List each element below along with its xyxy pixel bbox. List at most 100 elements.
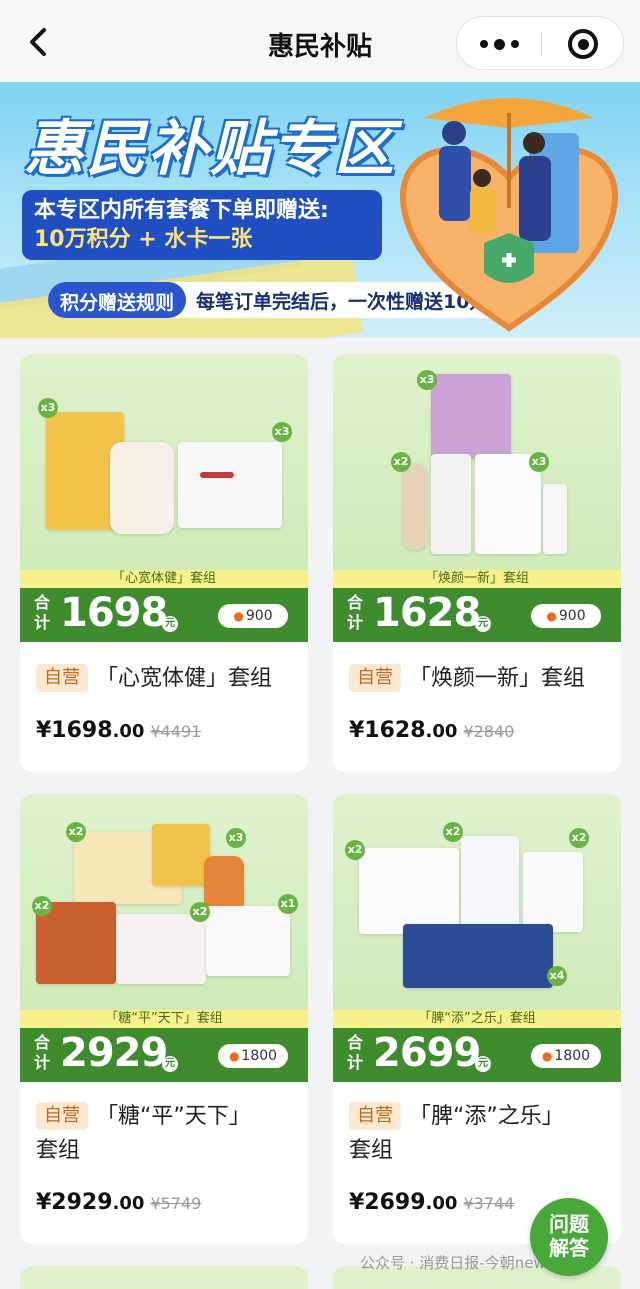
product-card[interactable]: x3 x2 x3 「焕颜一新」套组 合计 1628 元 ● 900 自营 「焕颜一新… bbox=[333, 354, 621, 772]
family-umbrella-illustration bbox=[400, 98, 618, 332]
product-card[interactable]: x3 x3 「心宽体健」套组 合计 1698 元 ● 900 自营 「心宽体健」套组… bbox=[20, 354, 308, 772]
price-decimal: .00 bbox=[425, 721, 458, 742]
product-name-line2: 套组 bbox=[36, 1138, 81, 1163]
price-decimal: .00 bbox=[112, 721, 145, 742]
product-card-peek[interactable] bbox=[20, 1266, 308, 1289]
self-operated-badge: 自营 bbox=[349, 1102, 401, 1130]
faq-help-button[interactable]: 问题 解答 bbox=[530, 1198, 608, 1276]
total-price: 2929 bbox=[60, 1030, 168, 1076]
yuan-unit: 元 bbox=[162, 616, 178, 632]
total-price: 2699 bbox=[373, 1030, 481, 1076]
promo-banner[interactable]: 惠民补贴专区 本专区内所有套餐下单即赠送: 10万积分 + 水卡一张 积分赠送规… bbox=[0, 82, 640, 338]
original-price: ¥5749 bbox=[150, 1194, 202, 1213]
product-name: 自营 「焕颜一新」套组 bbox=[349, 662, 585, 696]
quantity-badge: x2 bbox=[190, 902, 210, 922]
set-name-strip: 「焕颜一新」套组 bbox=[333, 570, 621, 588]
original-price: ¥2840 bbox=[463, 722, 515, 741]
quantity-badge: x2 bbox=[66, 822, 86, 842]
product-price: ¥2699.00 ¥3744 bbox=[349, 1190, 514, 1215]
product-image: x2 x2 x2 x4 bbox=[333, 794, 621, 1026]
total-label: 合计 bbox=[34, 593, 51, 632]
faq-help-line2: 解答 bbox=[549, 1236, 589, 1260]
total-label: 合计 bbox=[347, 593, 364, 632]
set-name-strip: 「脾“添”之乐」套组 bbox=[333, 1010, 621, 1028]
original-price: ¥3744 bbox=[463, 1194, 515, 1213]
price-integer: ¥1628 bbox=[349, 718, 426, 743]
total-price-bar: 合计 1698 元 ● 900 bbox=[20, 588, 308, 642]
quantity-badge: x2 bbox=[443, 822, 463, 842]
product-name: 自营 「糖“平”天下」 套组 bbox=[36, 1100, 251, 1168]
flame-icon: ● bbox=[228, 1049, 240, 1063]
points-badge: ● 900 bbox=[531, 604, 601, 628]
product-price: ¥1698.00 ¥4491 bbox=[36, 718, 201, 743]
total-price-bar: 合计 2699 元 ● 1800 bbox=[333, 1028, 621, 1082]
product-name-line1: 「脾“添”之乐」 bbox=[409, 1104, 564, 1129]
points-value: 1800 bbox=[241, 1048, 278, 1064]
self-operated-badge: 自营 bbox=[36, 664, 88, 692]
product-name: 自营 「心宽体健」套组 bbox=[36, 662, 272, 696]
points-rule-tag: 积分赠送规则 bbox=[48, 282, 187, 318]
product-image: x3 x2 x3 bbox=[333, 354, 621, 586]
quantity-badge: x3 bbox=[226, 828, 246, 848]
close-program-icon[interactable] bbox=[541, 17, 625, 71]
price-integer: ¥1698 bbox=[36, 718, 113, 743]
flame-icon: ● bbox=[541, 1049, 553, 1063]
product-name-text: 「心宽体健」套组 bbox=[96, 666, 273, 691]
product-price: ¥1628.00 ¥2840 bbox=[349, 718, 514, 743]
product-image: x3 x3 bbox=[20, 354, 308, 586]
faq-help-line1: 问题 bbox=[549, 1212, 589, 1236]
total-label: 合计 bbox=[347, 1033, 364, 1072]
flame-icon: ● bbox=[233, 609, 244, 623]
price-integer: ¥2929 bbox=[36, 1190, 113, 1215]
quantity-badge: x2 bbox=[569, 828, 589, 848]
quantity-badge: x3 bbox=[529, 452, 549, 472]
self-operated-badge: 自营 bbox=[349, 664, 401, 692]
account-watermark: 公众号 · 消费日报-今朝news bbox=[360, 1254, 554, 1272]
points-badge: ● 900 bbox=[218, 604, 288, 628]
points-value: 900 bbox=[558, 608, 586, 624]
quantity-badge: x2 bbox=[32, 896, 52, 916]
product-image: x2 x3 x2 x2 x1 bbox=[20, 794, 308, 1026]
quantity-badge: x3 bbox=[38, 398, 58, 418]
yuan-unit: 元 bbox=[475, 1056, 491, 1072]
banner-subtitle: 本专区内所有套餐下单即赠送: 10万积分 + 水卡一张 bbox=[22, 190, 382, 260]
set-name-strip: 「心宽体健」套组 bbox=[20, 570, 308, 588]
price-decimal: .00 bbox=[425, 1193, 458, 1214]
total-price-bar: 合计 1628 元 ● 900 bbox=[333, 588, 621, 642]
product-name-line1: 「糖“平”天下」 bbox=[96, 1104, 251, 1129]
total-price: 1628 bbox=[373, 590, 481, 636]
banner-subtitle-line1: 本专区内所有套餐下单即赠送: bbox=[34, 198, 329, 223]
points-value: 900 bbox=[245, 608, 273, 624]
quantity-badge: x1 bbox=[278, 894, 298, 914]
price-decimal: .00 bbox=[112, 1193, 145, 1214]
set-name-strip: 「糖“平”天下」套组 bbox=[20, 1010, 308, 1028]
quantity-badge: x3 bbox=[417, 370, 437, 390]
original-price: ¥4491 bbox=[150, 722, 202, 741]
quantity-badge: x2 bbox=[345, 840, 365, 860]
product-card[interactable]: x2 x3 x2 x2 x1 「糖“平”天下」套组 合计 2929 元 ● 180… bbox=[20, 794, 308, 1244]
quantity-badge: x2 bbox=[391, 452, 411, 472]
points-badge: ● 1800 bbox=[218, 1044, 288, 1068]
product-price: ¥2929.00 ¥5749 bbox=[36, 1190, 201, 1215]
total-price: 1698 bbox=[60, 590, 168, 636]
price-integer: ¥2699 bbox=[349, 1190, 426, 1215]
mini-program-capsule bbox=[456, 16, 624, 70]
yuan-unit: 元 bbox=[475, 616, 491, 632]
product-name-text: 「焕颜一新」套组 bbox=[409, 666, 586, 691]
banner-title: 惠民补贴专区 bbox=[24, 114, 396, 184]
banner-subtitle-line2: 10万积分 + 水卡一张 bbox=[34, 227, 253, 252]
top-nav-bar: 惠民补贴 bbox=[0, 0, 640, 82]
self-operated-badge: 自营 bbox=[36, 1102, 88, 1130]
points-value: 1800 bbox=[554, 1048, 591, 1064]
total-price-bar: 合计 2929 元 ● 1800 bbox=[20, 1028, 308, 1082]
product-name-line2: 套组 bbox=[349, 1138, 394, 1163]
points-badge: ● 1800 bbox=[531, 1044, 601, 1068]
product-card[interactable]: x2 x2 x2 x4 「脾“添”之乐」套组 合计 2699 元 ● 1800 自… bbox=[333, 794, 621, 1244]
yuan-unit: 元 bbox=[162, 1056, 178, 1072]
flame-icon: ● bbox=[546, 609, 557, 623]
total-label: 合计 bbox=[34, 1033, 51, 1072]
quantity-badge: x4 bbox=[547, 966, 567, 986]
product-name: 自营 「脾“添”之乐」 套组 bbox=[349, 1100, 564, 1168]
quantity-badge: x3 bbox=[272, 422, 292, 442]
more-options-icon[interactable] bbox=[457, 17, 541, 71]
